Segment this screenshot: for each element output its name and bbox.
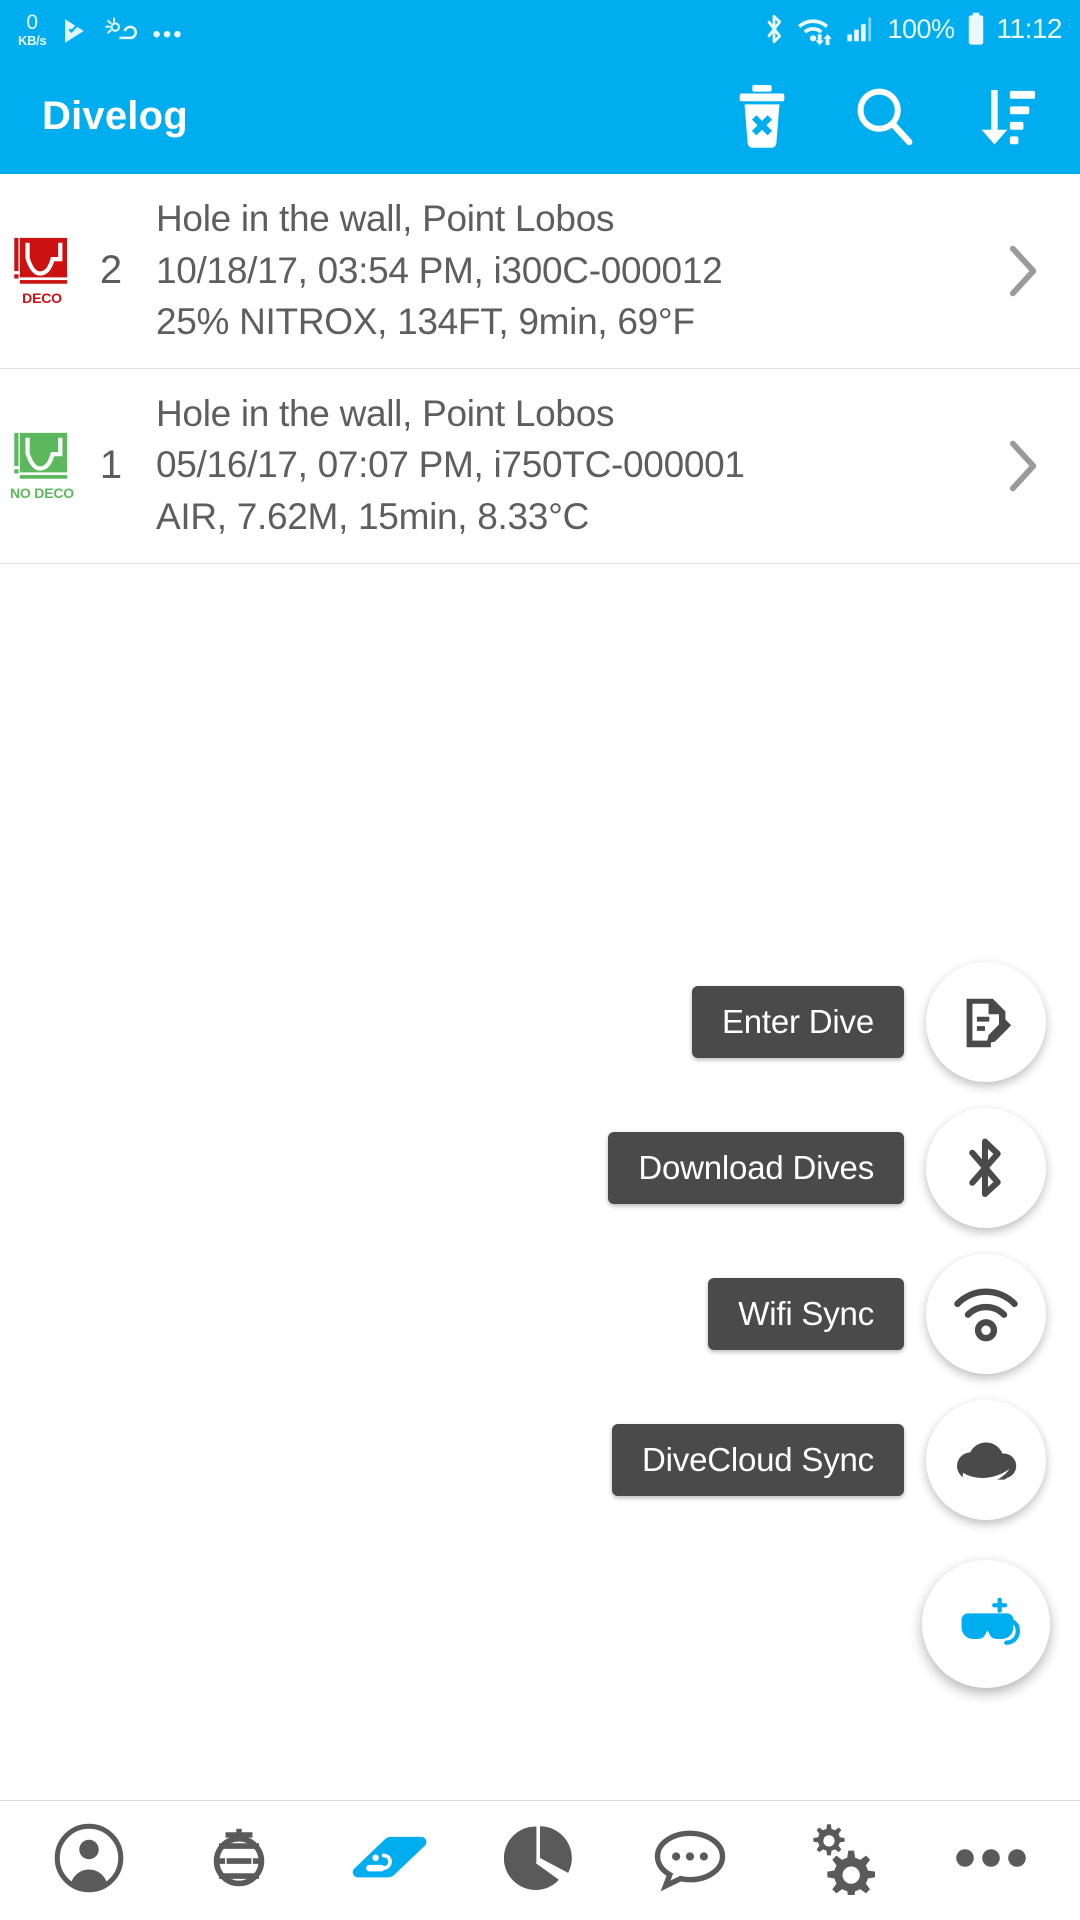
status-overflow-dots: ••• [152,20,184,48]
app-bar-actions [730,84,1038,148]
bluetooth-icon[interactable] [926,1108,1046,1228]
dive-summary: AIR, 7.62M, 15min, 8.33°C [156,496,589,538]
dive-site: Hole in the wall, Point Lobos [156,198,615,239]
divelog-screen: 0 KB/s ••• 100% 11:12 Divelog DECO 2 Hol… [0,0,1080,1920]
logbook-icon [347,1824,433,1897]
battery-percent-label: 100% [887,13,955,44]
wifi-icon[interactable] [926,1254,1046,1374]
sidebar-item-settings[interactable] [782,1813,900,1909]
cloud-icon[interactable] [926,1400,1046,1520]
sidebar-item-more[interactable] [932,1813,1050,1909]
page-title: Divelog [42,93,188,138]
fab-label-enter-dive[interactable]: Enter Dive [691,986,904,1058]
dive-datetime-device: 05/16/17, 07:07 PM, i750TC-000001 [156,444,745,486]
clock-label: 11:12 [996,13,1063,44]
bottom-navigation-bar [0,1800,1080,1920]
document-edit-icon[interactable] [926,962,1046,1082]
chat-bubble-icon [651,1824,729,1897]
bluetooth-icon [762,12,786,46]
weather-icon [104,15,138,47]
status-bar-left: 0 KB/s ••• [18,12,184,47]
dive-summary: 25% NITROX, 134FT, 9min, 69°F [156,301,695,343]
sidebar-item-logbook[interactable] [331,1813,449,1909]
deco-status-badge: DECO [0,235,84,306]
delete-icon[interactable] [730,84,794,148]
network-speed-indicator: 0 KB/s [18,10,47,48]
battery-icon [966,12,986,46]
status-bar-right: 100% 11:12 [762,12,1062,46]
wifi-icon [797,12,835,46]
play-store-icon [60,15,90,47]
status-badge-label: NO DECO [10,485,74,502]
sidebar-item-social[interactable] [631,1813,749,1909]
fab-item-wifi-sync[interactable]: Wifi Sync [708,1254,1046,1374]
fab-label-download-dives[interactable]: Download Dives [608,1132,904,1204]
table-row[interactable]: DECO 2 Hole in the wall, Point Lobos 10/… [0,174,1080,369]
equipment-icon [202,1821,276,1900]
more-icon [953,1840,1029,1881]
settings-icon [802,1821,880,1900]
no-deco-profile-icon [14,433,68,479]
status-bar: 0 KB/s ••• 100% 11:12 [0,0,1080,58]
fab-speed-dial-menu: Enter Dive Download Dives Wifi Sync Dive… [608,962,1050,1688]
table-row[interactable]: NO DECO 1 Hole in the wall, Point Lobos … [0,368,1080,564]
dive-list: DECO 2 Hole in the wall, Point Lobos 10/… [0,174,1080,564]
chevron-right-icon[interactable] [994,438,1054,494]
app-bar: Divelog [0,58,1080,174]
sidebar-item-equipment[interactable] [180,1813,298,1909]
fab-item-download-dives[interactable]: Download Dives [608,1108,1046,1228]
dive-site: Hole in the wall, Point Lobos [156,392,615,434]
chevron-right-icon[interactable] [994,243,1054,299]
fab-item-enter-dive[interactable]: Enter Dive [691,962,1046,1082]
pie-chart-icon [503,1822,576,1899]
no-deco-status-badge: NO DECO [0,430,84,501]
person-icon [53,1822,125,1899]
add-dive-mask-icon[interactable] [922,1560,1050,1688]
dive-number: 2 [99,248,123,293]
network-speed-value: 0 [26,10,39,34]
sidebar-item-statistics[interactable] [481,1813,599,1909]
fab-label-wifi-sync[interactable]: Wifi Sync [708,1278,904,1350]
fab-label-divecloud-sync[interactable]: DiveCloud Sync [612,1424,904,1496]
dive-details: Hole in the wall, Point Lobos 10/18/17, … [138,196,994,346]
network-speed-unit: KB/s [18,32,47,48]
status-badge-label: DECO [22,290,62,307]
dive-number: 1 [99,443,123,488]
dive-datetime-device: 10/18/17, 03:54 PM, i300C-000012 [156,249,723,291]
deco-profile-icon [14,238,68,285]
fab-item-divecloud-sync[interactable]: DiveCloud Sync [612,1400,1046,1520]
search-icon[interactable] [852,84,916,148]
sidebar-item-profile[interactable] [30,1813,148,1909]
dive-details: Hole in the wall, Point Lobos 05/16/17, … [138,391,994,541]
cellular-signal-icon [846,13,876,45]
sort-icon[interactable] [974,84,1038,148]
